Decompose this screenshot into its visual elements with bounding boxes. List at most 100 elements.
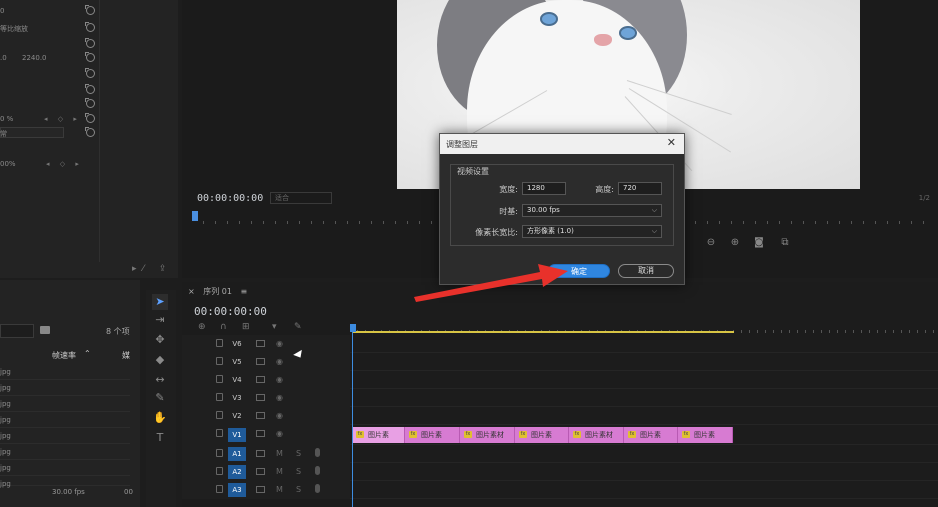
sync-lock-icon[interactable] [256,468,265,475]
hand-tool-icon[interactable]: ✋ [152,410,168,426]
tab-menu-icon[interactable]: ≡ [241,287,248,296]
track-v2[interactable]: V2 ◉ [182,407,938,425]
track-v3[interactable]: V3 ◉ [182,389,938,407]
razor-tool-icon[interactable]: ◆ [152,352,168,368]
keyframe-nav-icon[interactable]: ◂ ◇ ▸ [44,115,81,123]
extract-icon[interactable]: ⊕ [728,237,742,249]
list-item[interactable]: jpg [0,396,130,412]
type-tool-icon[interactable]: T [152,430,168,446]
tab-sequence-01[interactable]: × 序列 01 ≡ [188,286,247,297]
eye-icon[interactable]: ◉ [276,357,283,366]
eye-icon[interactable]: ◉ [276,339,283,348]
column-framerate[interactable]: 帧速率 [52,350,76,361]
sync-lock-icon[interactable] [256,430,265,437]
settings-wrench-icon[interactable]: ✎ [294,322,302,332]
project-footer-row[interactable]: 30.00 fps 00 [0,486,140,500]
linked-selection-icon[interactable]: ⊞ [242,322,250,332]
track-label[interactable]: A1 [228,447,246,461]
eye-icon[interactable]: ◉ [276,429,283,438]
column-media[interactable]: 媒 [122,350,130,361]
compare-icon[interactable]: ⧉ [778,237,792,249]
list-item[interactable]: jpg [0,476,130,488]
folder-icon[interactable] [40,326,50,334]
track-label[interactable]: A3 [228,483,246,497]
fx-row[interactable]: 0 % ◂ ◇ ▸ [0,113,100,127]
selection-tool-icon[interactable]: ➤ [152,294,168,310]
fx-value[interactable]: 00% [0,160,16,168]
close-tab-icon[interactable]: × [188,287,195,296]
timebase-select[interactable]: 30.00 fps ⌵ [522,204,662,217]
track-v4[interactable]: V4 ◉ [182,371,938,389]
solo-button[interactable]: S [296,449,301,458]
microphone-icon[interactable] [315,448,320,457]
fx-value[interactable]: 0 % [0,115,13,123]
timeline-clip[interactable]: fx 图片素 [515,427,569,443]
sync-lock-icon[interactable] [256,394,265,401]
fit-dropdown[interactable]: 适合 [270,192,332,204]
work-area-bar[interactable] [352,331,734,333]
project-column-header[interactable]: 帧速率 ⌃ 媒 [0,348,140,362]
reset-icon[interactable] [85,84,95,94]
reset-icon[interactable] [85,5,95,15]
solo-button[interactable]: S [296,485,301,494]
eye-icon[interactable]: ◉ [276,393,283,402]
timeline-timecode[interactable]: 00:00:00:00 [194,305,267,318]
track-label[interactable]: V4 [228,373,246,387]
timeline-clip[interactable]: fx 图片素 [678,427,733,443]
timeline-clip[interactable]: fx 图片素材 [460,427,515,443]
fx-row[interactable] [0,98,100,112]
blend-mode-dropdown[interactable] [0,127,64,138]
sync-lock-icon[interactable] [256,376,265,383]
camera-icon[interactable]: ◙ [752,237,766,249]
lock-icon[interactable] [216,357,223,365]
solo-button[interactable]: S [296,467,301,476]
lift-icon[interactable]: ⊖ [704,237,718,249]
slip-tool-icon[interactable]: ↔ [152,372,168,388]
monitor-timecode[interactable]: 00:00:00:00 [197,193,263,204]
fx-row[interactable]: 常 [0,127,100,141]
lock-icon[interactable] [216,411,223,419]
track-select-tool-icon[interactable]: ⇥ [152,312,168,328]
reset-icon[interactable] [85,127,95,137]
fx-row[interactable]: 0 [0,5,100,19]
close-icon[interactable]: ✕ [667,137,676,149]
keyframe-nav-icon[interactable]: ◂ ◇ ▸ [46,160,83,168]
list-item[interactable]: jpg [0,444,130,460]
lock-icon[interactable] [216,429,223,437]
list-item[interactable]: jpg [0,460,130,476]
pixel-aspect-select[interactable]: 方形像素 (1.0) ⌵ [522,225,662,238]
sync-lock-icon[interactable] [256,340,265,347]
track-label[interactable]: V5 [228,355,246,369]
sync-lock-icon[interactable] [256,358,265,365]
lock-icon[interactable] [216,393,223,401]
reset-icon[interactable] [85,52,95,62]
sync-lock-icon[interactable] [256,450,265,457]
add-marker-icon[interactable]: ▾ [272,322,277,332]
sync-lock-icon[interactable] [256,486,265,493]
track-a1[interactable]: A1 M S [182,445,938,463]
width-field[interactable]: 1280 [522,182,566,195]
track-v6[interactable]: V6 ◉ [182,335,938,353]
list-item[interactable]: jpg [0,364,130,380]
reset-icon[interactable] [85,113,95,123]
project-search-input[interactable] [0,324,34,338]
mute-button[interactable]: M [276,467,283,476]
list-item[interactable]: jpg [0,380,130,396]
list-item[interactable]: jpg [0,428,130,444]
pen-tool-icon[interactable]: ✎ [152,390,168,406]
reset-icon[interactable] [85,98,95,108]
lock-icon[interactable] [216,467,223,475]
fx-row[interactable]: 00% ◂ ◇ ▸ [0,158,100,172]
fx-value[interactable]: .0 [0,54,7,62]
track-label[interactable]: V1 [228,428,246,442]
mute-button[interactable]: M [276,485,283,494]
track-label[interactable]: V2 [228,409,246,423]
mute-button[interactable]: M [276,449,283,458]
ripple-edit-tool-icon[interactable]: ✥ [152,332,168,348]
track-label[interactable]: V3 [228,391,246,405]
fx-value[interactable]: 2240.0 [22,54,47,62]
lock-icon[interactable] [216,375,223,383]
fx-row[interactable] [0,68,100,82]
timeline-clip[interactable]: fx 图片素 [624,427,678,443]
cancel-button[interactable]: 取消 [618,264,674,278]
